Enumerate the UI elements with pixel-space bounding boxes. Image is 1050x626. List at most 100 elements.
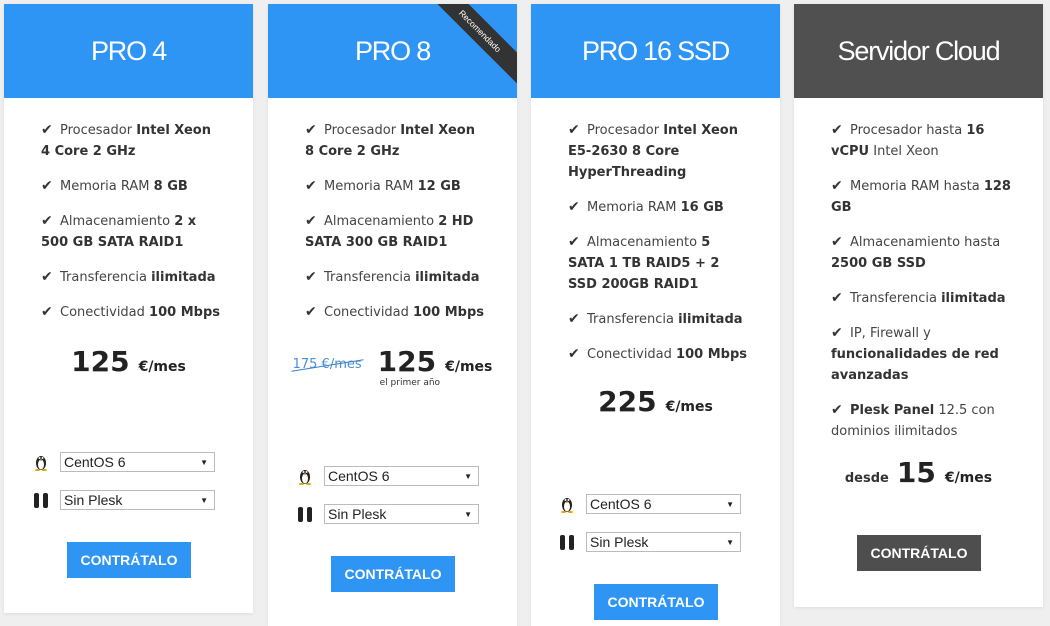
old-price: 175 €/mes <box>292 357 362 372</box>
plan-card-pro4: PRO 4 ✔ Procesador Intel Xeon 4 Core 2 GH… <box>4 4 253 613</box>
check-icon: ✔ <box>41 122 53 138</box>
feature-item: ✔ Almacenamiento 2 x 500 GB SATA RAID1 <box>41 213 197 250</box>
check-icon: ✔ <box>568 199 580 215</box>
plan-card-pro16ssd: PRO 16 SSD ✔ Procesador Intel Xeon E5-263… <box>531 4 780 626</box>
price-amount: 15 <box>896 456 936 489</box>
check-icon: ✔ <box>568 122 580 138</box>
check-icon: ✔ <box>305 269 317 285</box>
feature-item: ✔ Memoria RAM 16 GB <box>568 197 750 218</box>
panel-select[interactable]: Sin Plesk ▼ <box>60 490 215 510</box>
check-icon: ✔ <box>831 325 843 341</box>
plan-title: PRO 16 SSD <box>581 35 730 66</box>
check-icon: ✔ <box>305 304 317 320</box>
panel-select-row: Sin Plesk ▼ <box>558 532 741 552</box>
plan-title: Servidor Cloud <box>837 35 1001 66</box>
os-select[interactable]: CentOS 6 ▼ <box>586 494 741 514</box>
check-icon: ✔ <box>305 178 317 194</box>
feature-item: ✔ Conectividad 100 Mbps <box>41 302 223 323</box>
os-select-row: CentOS 6 ▼ <box>32 452 215 472</box>
dropdown-arrow-icon: ▼ <box>464 509 472 519</box>
os-select[interactable]: CentOS 6 ▼ <box>60 452 215 472</box>
price-unit: €/mes <box>445 359 493 375</box>
feature-item: ✔ Conectividad 100 Mbps <box>568 344 750 365</box>
feature-item: ✔ Transferencia ilimitada <box>41 267 223 288</box>
pause-bars-icon <box>32 491 50 509</box>
feature-item: ✔ Procesador Intel Xeon 4 Core 2 GHz <box>41 122 211 159</box>
feature-item: ✔ Almacenamiento hasta 2500 GB SSD <box>831 234 1001 271</box>
linux-tux-icon <box>558 495 576 513</box>
check-icon: ✔ <box>831 122 843 138</box>
plan-header: PRO 16 SSD <box>531 4 780 98</box>
pause-bars-icon <box>296 505 314 523</box>
price: 125 €/mes <box>4 345 253 378</box>
contract-button[interactable]: CONTRÁTALO <box>67 542 191 578</box>
panel-select[interactable]: Sin Plesk ▼ <box>324 504 479 524</box>
plan-card-cloud: Servidor Cloud ✔ Procesador hasta 16 vCPU… <box>794 4 1043 607</box>
feature-list: ✔ Procesador Intel Xeon 8 Core 2 GHz ✔ Mem… <box>268 98 517 323</box>
feature-item: ✔ Procesador hasta 16 vCPU Intel Xeon <box>831 122 985 159</box>
feature-list: ✔ Procesador Intel Xeon E5-2630 8 Core Hy… <box>531 98 780 365</box>
plan-header: Servidor Cloud <box>794 4 1043 98</box>
check-icon: ✔ <box>41 213 53 229</box>
recommended-ribbon: Recomendado <box>419 4 517 92</box>
price-amount: 225 <box>598 385 657 418</box>
price: 225 €/mes <box>531 385 780 418</box>
feature-item: ✔ Transferencia ilimitada <box>305 267 487 288</box>
dropdown-arrow-icon: ▼ <box>200 495 208 505</box>
panel-select[interactable]: Sin Plesk ▼ <box>586 532 741 552</box>
dropdown-arrow-icon: ▼ <box>726 499 734 509</box>
feature-item: ✔ Almacenamiento 2 HD SATA 300 GB RAID1 <box>305 213 474 250</box>
feature-item: ✔ Memoria RAM hasta 128 GB <box>831 178 1011 215</box>
feature-item: ✔ Transferencia ilimitada <box>831 288 1013 309</box>
feature-item: ✔ Memoria RAM 8 GB <box>41 176 223 197</box>
price-unit: €/mes <box>665 399 713 415</box>
price-unit: €/mes <box>138 359 186 375</box>
check-icon: ✔ <box>568 311 580 327</box>
panel-select-row: Sin Plesk ▼ <box>32 490 215 510</box>
contract-button[interactable]: CONTRÁTALO <box>594 584 718 620</box>
dropdown-arrow-icon: ▼ <box>200 457 208 467</box>
plan-header: PRO 4 <box>4 4 253 98</box>
feature-item: ✔ IP, Firewall y funcionalidades de red a… <box>831 325 999 383</box>
check-icon: ✔ <box>831 402 843 418</box>
check-icon: ✔ <box>41 178 53 194</box>
feature-item: ✔ Memoria RAM 12 GB <box>305 176 487 197</box>
feature-list: ✔ Procesador Intel Xeon 4 Core 2 GHz ✔ Mem… <box>4 98 253 323</box>
check-icon: ✔ <box>305 213 317 229</box>
contract-button[interactable]: CONTRÁTALO <box>331 556 455 592</box>
check-icon: ✔ <box>831 290 843 306</box>
dropdown-arrow-icon: ▼ <box>726 537 734 547</box>
linux-tux-icon <box>32 453 50 471</box>
dropdown-arrow-icon: ▼ <box>464 471 472 481</box>
feature-item: ✔ Transferencia ilimitada <box>568 309 750 330</box>
price-prefix: desde <box>844 471 889 486</box>
os-select[interactable]: CentOS 6 ▼ <box>324 466 479 486</box>
check-icon: ✔ <box>41 304 53 320</box>
price-note: el primer año <box>379 378 441 388</box>
check-icon: ✔ <box>831 178 843 194</box>
feature-item: ✔ Almacenamiento 5 SATA 1 TB RAID5 + 2 SS… <box>568 234 720 292</box>
check-icon: ✔ <box>41 269 53 285</box>
feature-item: ✔ Plesk Panel 12.5 con dominios ilimitado… <box>831 402 995 439</box>
linux-tux-icon <box>296 467 314 485</box>
plan-title: PRO 8 <box>354 35 431 66</box>
pause-bars-icon <box>558 533 576 551</box>
feature-item: ✔ Conectividad 100 Mbps <box>305 302 487 323</box>
price-block: 125 €/mes el primer año <box>378 345 493 388</box>
plan-card-pro8: PRO 8 Recomendado ✔ Procesador Intel Xeon… <box>268 4 517 626</box>
plan-header: PRO 8 Recomendado <box>268 4 517 98</box>
plan-title: PRO 4 <box>90 35 167 66</box>
check-icon: ✔ <box>831 234 843 250</box>
os-select-row: CentOS 6 ▼ <box>558 494 741 514</box>
feature-list: ✔ Procesador hasta 16 vCPU Intel Xeon ✔ Me… <box>794 98 1043 442</box>
panel-select-row: Sin Plesk ▼ <box>296 504 479 524</box>
feature-item: ✔ Procesador Intel Xeon 8 Core 2 GHz <box>305 122 475 159</box>
check-icon: ✔ <box>568 234 580 250</box>
price: desde 15 €/mes <box>794 456 1043 489</box>
price-amount: 125 <box>71 345 130 378</box>
feature-item: ✔ Procesador Intel Xeon E5-2630 8 Core Hy… <box>568 122 738 180</box>
price: 175 €/mes 125 €/mes el primer año <box>268 345 517 388</box>
os-select-row: CentOS 6 ▼ <box>296 466 479 486</box>
price-amount: 125 <box>377 345 437 378</box>
contract-button[interactable]: CONTRÁTALO <box>857 535 981 571</box>
